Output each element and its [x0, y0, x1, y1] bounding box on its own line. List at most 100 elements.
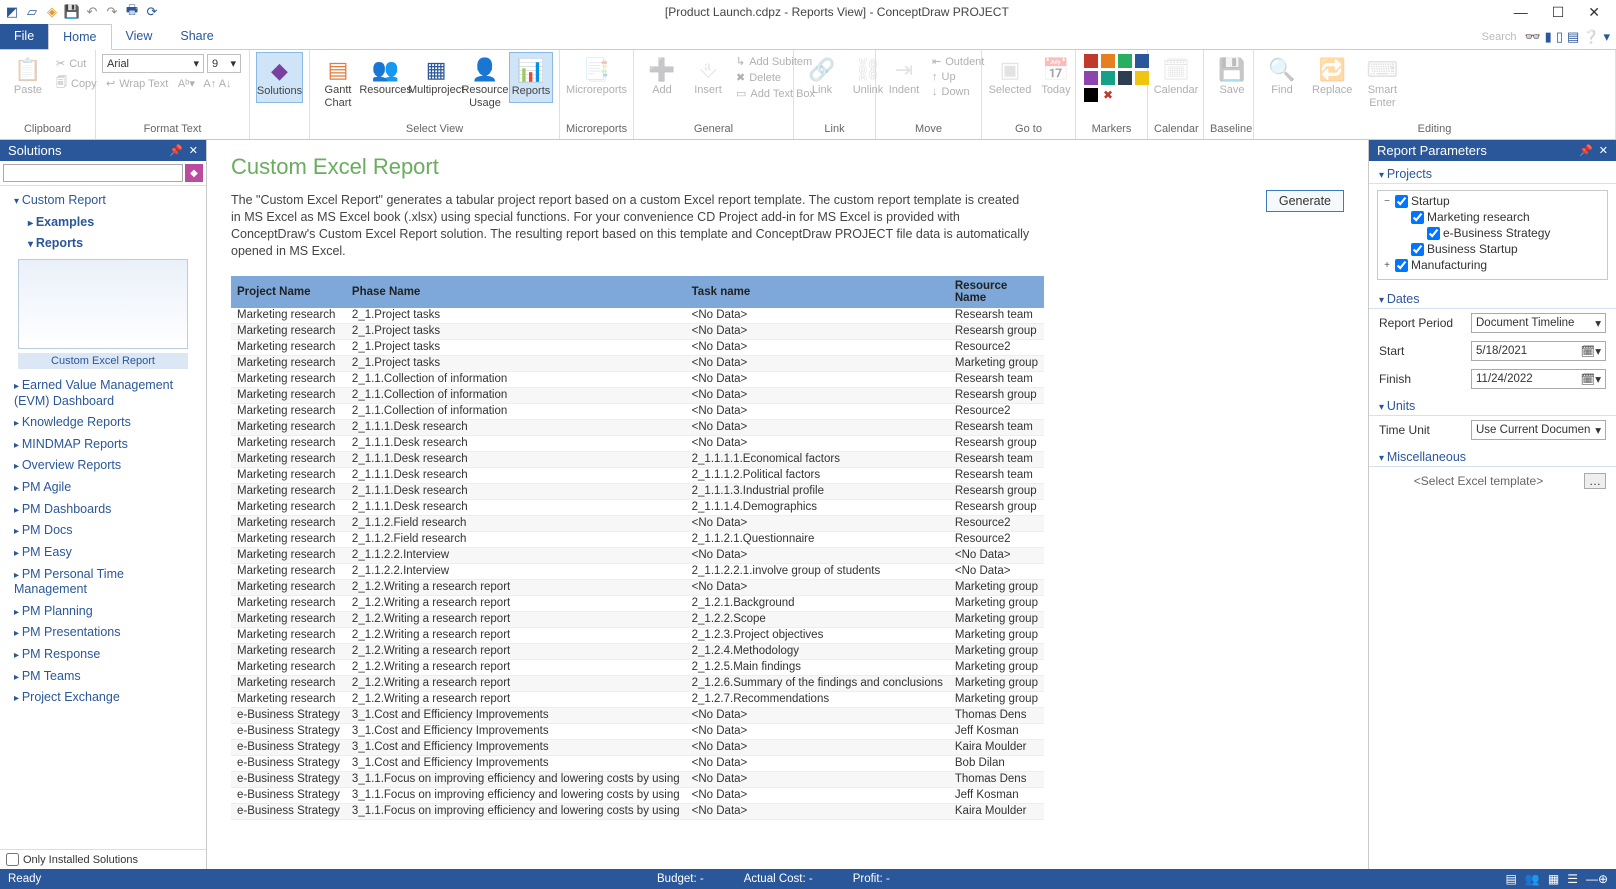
font-family-select[interactable]: Arial▾	[102, 54, 204, 73]
project-tree-item[interactable]: e-Business Strategy	[1380, 225, 1605, 241]
add-button[interactable]: ➕Add	[640, 52, 684, 101]
table-row[interactable]: e-Business Strategy3_1.Cost and Efficien…	[231, 707, 1044, 723]
status-view2-icon[interactable]: 👥	[1525, 872, 1540, 886]
cut-button[interactable]: ✂ Cut	[52, 56, 101, 71]
project-tree-item[interactable]: Business Startup	[1380, 241, 1605, 257]
resources-button[interactable]: 👥Resources	[362, 52, 409, 101]
section-units[interactable]: Units	[1369, 393, 1616, 416]
print-icon[interactable]: 🖶	[124, 4, 140, 20]
table-row[interactable]: Marketing research2_1.1.2.Field research…	[231, 531, 1044, 547]
new-icon[interactable]: ▱	[24, 4, 40, 20]
help-icon[interactable]: ❔	[1583, 29, 1599, 45]
table-row[interactable]: Marketing research2_1.1.1.Desk research2…	[231, 451, 1044, 467]
redo-icon[interactable]: ↷	[104, 4, 120, 20]
move-up-button[interactable]: ↑ Up	[928, 70, 988, 84]
tree-category[interactable]: PM Response	[0, 644, 206, 666]
shield-icon[interactable]: ◈	[44, 4, 60, 20]
section-dates[interactable]: Dates	[1369, 286, 1616, 309]
tree-category[interactable]: PM Agile	[0, 477, 206, 499]
tree-category[interactable]: PM Personal Time Management	[0, 564, 206, 601]
tab-share[interactable]: Share	[166, 24, 227, 49]
insert-button[interactable]: ⎀Insert	[686, 52, 730, 101]
table-row[interactable]: Marketing research2_1.2.Writing a resear…	[231, 675, 1044, 691]
tree-category[interactable]: PM Planning	[0, 601, 206, 623]
tab-file[interactable]: File	[0, 24, 48, 49]
gantt-chart-button[interactable]: ▤Gantt Chart	[316, 52, 360, 113]
report-thumbnail[interactable]	[18, 259, 188, 349]
smart-enter-button[interactable]: ⌨Smart Enter	[1360, 52, 1404, 113]
only-installed-checkbox[interactable]	[6, 853, 19, 866]
table-row[interactable]: Marketing research2_1.1.1.Desk research2…	[231, 467, 1044, 483]
markers-palette[interactable]: ✖	[1082, 52, 1151, 104]
table-row[interactable]: Marketing research2_1.2.Writing a resear…	[231, 691, 1044, 707]
project-checkbox[interactable]	[1395, 195, 1408, 208]
tree-category[interactable]: PM Dashboards	[0, 499, 206, 521]
link-button[interactable]: 🔗Link	[800, 52, 844, 101]
table-row[interactable]: Marketing research2_1.Project tasks<No D…	[231, 308, 1044, 324]
undo-icon[interactable]: ↶	[84, 4, 100, 20]
solutions-search-button[interactable]: ◆	[185, 164, 203, 182]
pin-icon[interactable]: 📌	[169, 144, 183, 157]
find-button[interactable]: 🔍Find	[1260, 52, 1304, 101]
table-row[interactable]: Marketing research2_1.2.Writing a resear…	[231, 627, 1044, 643]
goto-today-button[interactable]: 📅Today	[1034, 52, 1078, 101]
table-row[interactable]: Marketing research2_1.1.2.2.Interview2_1…	[231, 563, 1044, 579]
tree-reports[interactable]: Reports	[0, 233, 206, 255]
outdent-button[interactable]: ⇤ Outdent	[928, 54, 988, 69]
table-row[interactable]: Marketing research2_1.2.Writing a resear…	[231, 611, 1044, 627]
maximize-icon[interactable]: ☐	[1552, 4, 1565, 21]
project-tree-item[interactable]: −Startup	[1380, 193, 1605, 209]
chevron-down-icon[interactable]: ▾	[1603, 29, 1610, 45]
table-row[interactable]: Marketing research2_1.Project tasks<No D…	[231, 355, 1044, 371]
layout2-icon[interactable]: ▯	[1556, 29, 1563, 45]
start-date-input[interactable]: 5/18/2021🗓▾	[1471, 341, 1606, 361]
search-placeholder[interactable]: Search	[1478, 29, 1521, 45]
time-unit-select[interactable]: Use Current Documen▾	[1471, 420, 1606, 440]
status-view4-icon[interactable]: ☰	[1567, 872, 1578, 886]
table-row[interactable]: e-Business Strategy3_1.1.Focus on improv…	[231, 771, 1044, 787]
template-select[interactable]: <Select Excel template>	[1379, 474, 1578, 488]
project-tree-item[interactable]: +Manufacturing	[1380, 257, 1605, 273]
font-size-select[interactable]: 9▾	[207, 54, 241, 73]
table-row[interactable]: e-Business Strategy3_1.Cost and Efficien…	[231, 723, 1044, 739]
replace-button[interactable]: 🔁Replace	[1306, 52, 1358, 101]
baseline-save-button[interactable]: 💾Save	[1210, 52, 1254, 101]
tree-examples[interactable]: Examples	[0, 212, 206, 234]
tree-category[interactable]: Project Exchange	[0, 687, 206, 709]
table-row[interactable]: e-Business Strategy3_1.Cost and Efficien…	[231, 739, 1044, 755]
layout3-icon[interactable]: ▤	[1567, 29, 1579, 45]
template-browse-button[interactable]: …	[1584, 473, 1606, 489]
solutions-button[interactable]: ◆Solutions	[256, 52, 303, 103]
generate-button[interactable]: Generate	[1266, 190, 1344, 212]
table-row[interactable]: Marketing research2_1.2.Writing a resear…	[231, 579, 1044, 595]
reports-button[interactable]: 📊Reports	[509, 52, 553, 103]
table-row[interactable]: Marketing research2_1.1.1.Desk research2…	[231, 483, 1044, 499]
tree-custom-report[interactable]: Custom Report	[0, 190, 206, 212]
table-row[interactable]: e-Business Strategy3_1.1.Focus on improv…	[231, 787, 1044, 803]
table-row[interactable]: e-Business Strategy3_1.Cost and Efficien…	[231, 755, 1044, 771]
project-checkbox[interactable]	[1395, 259, 1408, 272]
save-icon[interactable]: 💾	[64, 4, 80, 20]
calendar-button[interactable]: 🗓Calendar	[1154, 52, 1198, 101]
copy-button[interactable]: 🗐 Copy	[52, 73, 101, 94]
project-checkbox[interactable]	[1411, 243, 1424, 256]
finish-date-input[interactable]: 11/24/2022🗓▾	[1471, 369, 1606, 389]
table-row[interactable]: Marketing research2_1.2.Writing a resear…	[231, 643, 1044, 659]
table-row[interactable]: Marketing research2_1.2.Writing a resear…	[231, 595, 1044, 611]
status-view3-icon[interactable]: ▦	[1548, 872, 1559, 886]
section-projects[interactable]: Projects	[1369, 161, 1616, 184]
pin-icon[interactable]: 📌	[1579, 144, 1593, 157]
microreports-button[interactable]: 📑Microreports	[566, 52, 627, 101]
tree-category[interactable]: PM Presentations	[0, 622, 206, 644]
table-row[interactable]: Marketing research2_1.1.1.Desk research<…	[231, 435, 1044, 451]
table-row[interactable]: Marketing research2_1.1.Collection of in…	[231, 371, 1044, 387]
close-icon[interactable]: ✕	[1588, 4, 1600, 21]
tree-category[interactable]: Knowledge Reports	[0, 412, 206, 434]
indent-button[interactable]: ⇥Indent	[882, 52, 926, 101]
status-zoom-icon[interactable]: —⊕	[1586, 872, 1608, 886]
layout1-icon[interactable]: ▮	[1545, 29, 1552, 45]
table-row[interactable]: Marketing research2_1.1.1.Desk research<…	[231, 419, 1044, 435]
tree-category[interactable]: PM Teams	[0, 666, 206, 688]
tree-category[interactable]: PM Docs	[0, 520, 206, 542]
panel-close-icon[interactable]: ✕	[189, 144, 198, 157]
